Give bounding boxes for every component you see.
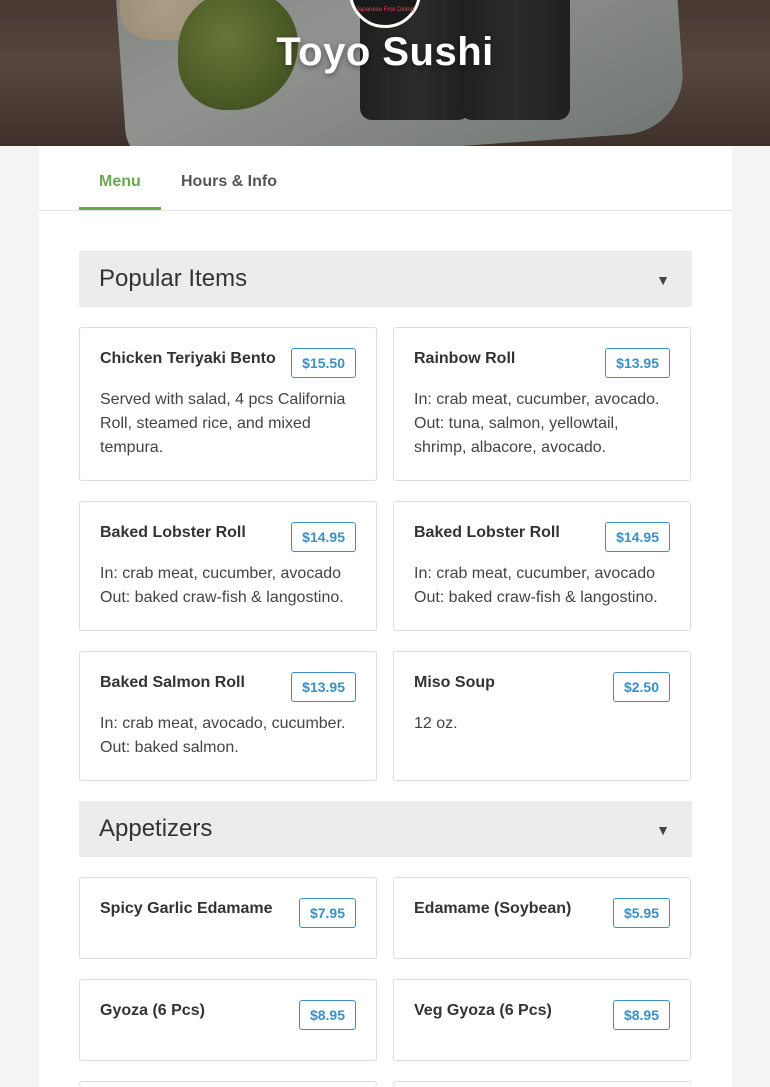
item-price[interactable]: $14.95 [291, 522, 356, 552]
item-name: Baked Salmon Roll [100, 674, 245, 691]
item-price[interactable]: $14.95 [605, 522, 670, 552]
item-price[interactable]: $15.50 [291, 348, 356, 378]
menu-item-card[interactable] [79, 1081, 377, 1087]
item-price[interactable]: $7.95 [298, 898, 356, 928]
item-description: In: crab meat, cucumber, avocado. Out: t… [414, 391, 660, 456]
item-name: Gyoza (6 Pcs) [100, 1002, 205, 1019]
section-header-popular-items[interactable]: Popular Items ▼ [79, 251, 692, 307]
restaurant-name: Toyo Sushi [276, 30, 494, 74]
menu-item-card[interactable] [393, 1081, 691, 1087]
menu-item-card[interactable]: Veg Gyoza (6 Pcs) $8.95 [393, 979, 691, 1061]
section-title: Popular Items [99, 265, 248, 292]
item-name: Rainbow Roll [414, 350, 516, 367]
tab-bar: Menu Hours & Info [39, 146, 732, 211]
item-name: Veg Gyoza (6 Pcs) [414, 1002, 552, 1019]
item-name: Edamame (Soybean) [414, 900, 572, 917]
item-description: Served with salad, 4 pcs California Roll… [100, 391, 346, 456]
item-description: In: crab meat, cucumber, avocado Out: ba… [414, 565, 658, 606]
menu-item-card[interactable]: Baked Lobster Roll $14.95 In: crab meat,… [79, 501, 377, 631]
chevron-down-icon[interactable]: ▼ [656, 801, 670, 859]
logo-text: Japanese Fine Dining [355, 7, 415, 13]
menu-item-card[interactable]: Edamame (Soybean) $5.95 [393, 877, 691, 959]
menu-item-card[interactable]: Rainbow Roll $13.95 In: crab meat, cucum… [393, 327, 691, 481]
item-price[interactable]: $8.95 [612, 1000, 670, 1030]
menu-item-card[interactable]: Miso Soup $2.50 12 oz. [393, 651, 691, 781]
menu-item-card[interactable]: Baked Lobster Roll $14.95 In: crab meat,… [393, 501, 691, 631]
menu-item-card[interactable]: Chicken Teriyaki Bento $15.50 Served wit… [79, 327, 377, 481]
tab-hours-info[interactable]: Hours & Info [161, 146, 297, 210]
menu-item-card[interactable]: Spicy Garlic Edamame $7.95 [79, 877, 377, 959]
item-price[interactable]: $8.95 [298, 1000, 356, 1030]
menu-item-card[interactable]: Baked Salmon Roll $13.95 In: crab meat, … [79, 651, 377, 781]
chevron-down-icon[interactable]: ▼ [656, 251, 670, 309]
item-name: Spicy Garlic Edamame [100, 900, 273, 917]
item-name: Miso Soup [414, 674, 495, 691]
item-price[interactable]: $5.95 [612, 898, 670, 928]
tab-menu[interactable]: Menu [79, 146, 161, 210]
item-name: Baked Lobster Roll [100, 524, 246, 541]
item-price[interactable]: $2.50 [612, 672, 670, 702]
item-description: In: crab meat, avocado, cucumber. Out: b… [100, 715, 346, 756]
menu-item-card[interactable]: Gyoza (6 Pcs) $8.95 [79, 979, 377, 1061]
menu-panel: Menu Hours & Info Popular Items ▼ Chicke… [39, 146, 732, 1087]
section-title: Appetizers [99, 815, 213, 842]
hero-banner: Japanese Fine Dining Toyo Sushi [0, 0, 770, 146]
item-description: In: crab meat, cucumber, avocado Out: ba… [100, 565, 344, 606]
item-name: Baked Lobster Roll [414, 524, 560, 541]
item-name: Chicken Teriyaki Bento [100, 350, 276, 367]
item-description: 12 oz. [414, 715, 458, 732]
item-price[interactable]: $13.95 [291, 672, 356, 702]
item-price[interactable]: $13.95 [605, 348, 670, 378]
section-header-appetizers[interactable]: Appetizers ▼ [79, 801, 692, 857]
